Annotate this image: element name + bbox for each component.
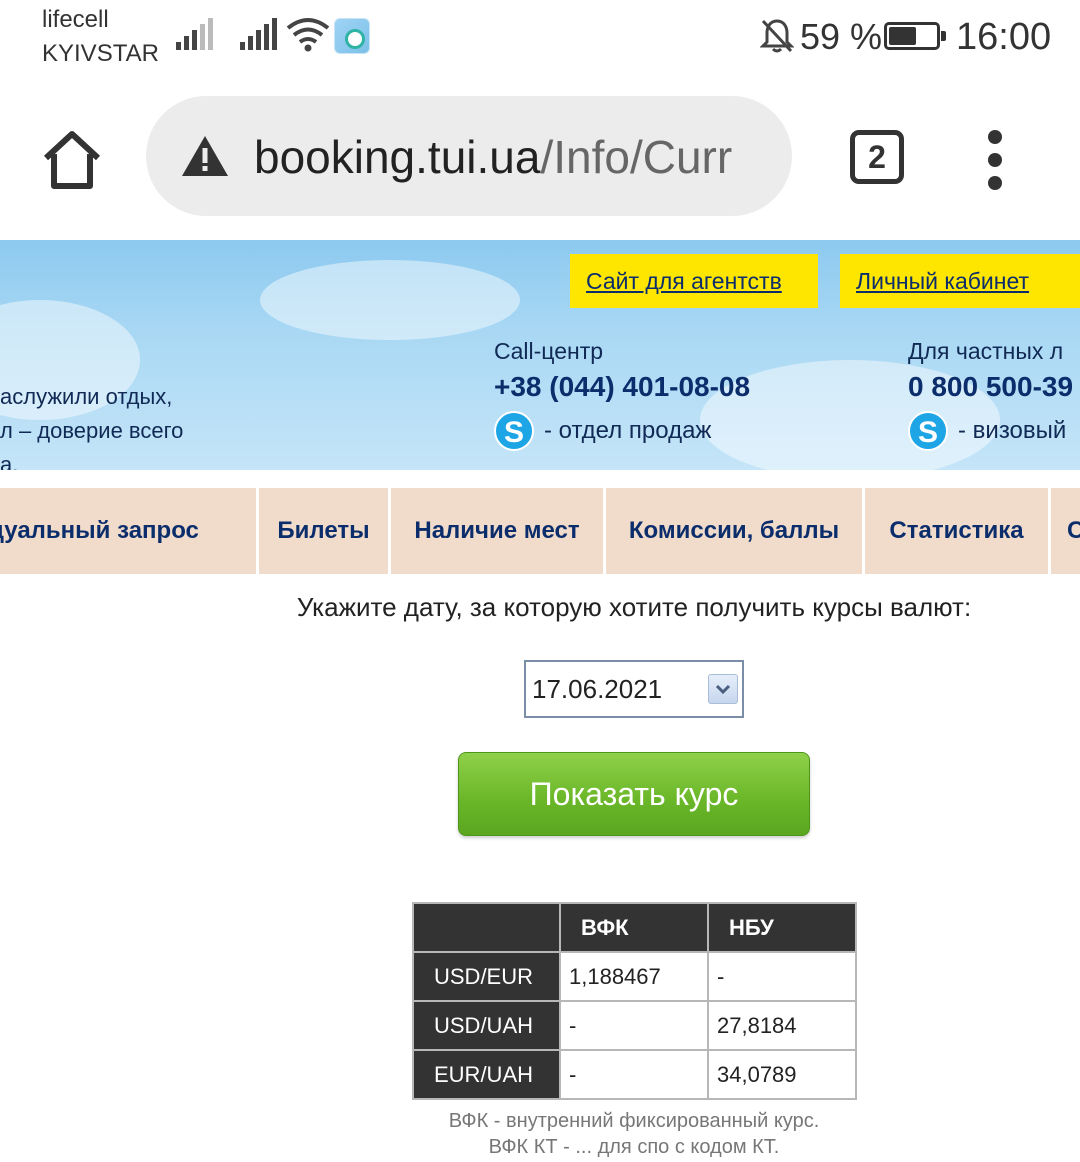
- nav-statistics[interactable]: Статистика: [865, 488, 1051, 574]
- date-select[interactable]: 17.06.2021: [524, 660, 744, 718]
- url-domain: booking.tui.ua: [254, 131, 541, 183]
- slogan: аслужили отдых, л – доверие всего а.: [0, 380, 183, 470]
- nbu-rate: 34,0789: [707, 1049, 857, 1100]
- skype-visa[interactable]: S - визовый: [908, 411, 1073, 451]
- nav-individual-request[interactable]: идуальный запрос: [0, 488, 259, 574]
- table-header-row: ВФК НБУ: [412, 902, 857, 953]
- home-icon[interactable]: [40, 128, 104, 192]
- slogan-line: а.: [0, 452, 19, 470]
- nav-more[interactable]: С: [1051, 488, 1080, 574]
- show-rate-button[interactable]: Показать курс: [458, 752, 810, 836]
- rates-notes: ВФК - внутренний фиксированный курс. ВФК…: [0, 1108, 1080, 1160]
- url-path: /Info/Curr: [540, 131, 733, 183]
- app-notification-icon: [334, 18, 370, 54]
- battery-level: [889, 27, 916, 45]
- table-row: USD/UAH - 27,8184: [412, 1000, 857, 1051]
- skype-visa-label: - визовый: [958, 417, 1067, 444]
- more-menu-icon[interactable]: [984, 128, 1008, 192]
- slogan-line: л – доверие всего: [0, 418, 184, 443]
- table-row: USD/EUR 1,188467 -: [412, 951, 857, 1002]
- personal-cabinet-link[interactable]: Личный кабинет: [840, 254, 1080, 308]
- currency-pair: USD/UAH: [412, 1000, 561, 1051]
- vfk-rate: -: [559, 1000, 709, 1051]
- status-bar: lifecell KYIVSTAR 59 % 16:00: [0, 0, 1080, 80]
- table-header-nbu: НБУ: [707, 902, 857, 953]
- nav-commissions[interactable]: Комиссии, баллы: [606, 488, 865, 574]
- address-bar[interactable]: booking.tui.ua/Info/Curr: [146, 96, 792, 216]
- nav-tickets[interactable]: Билеты: [259, 488, 391, 574]
- call-center-label: Call-центр: [494, 338, 604, 364]
- warning-icon[interactable]: [180, 134, 230, 178]
- clock: 16:00: [956, 16, 1052, 58]
- site-header: Сайт для агентств Личный кабинет аслужил…: [0, 240, 1080, 470]
- table-header-vfk: ВФК: [559, 902, 709, 953]
- currency-pair: EUR/UAH: [412, 1049, 561, 1100]
- private-clients-contact: Для частных л 0 800 500-39 S - визовый: [908, 338, 1073, 451]
- skype-icon[interactable]: S: [494, 411, 534, 451]
- rates-table: ВФК НБУ USD/EUR 1,188467 - USD/UAH - 27,…: [412, 902, 857, 1100]
- date-prompt: Укажите дату, за которую хотите получить…: [296, 592, 972, 622]
- slogan-line: аслужили отдых,: [0, 384, 173, 409]
- carrier-name: KYIVSTAR: [42, 40, 159, 67]
- private-clients-phone[interactable]: 0 800 500-39: [908, 371, 1073, 403]
- signal-icon: [240, 18, 277, 50]
- url-text[interactable]: booking.tui.ua/Info/Curr: [254, 130, 732, 184]
- main-nav: идуальный запрос Билеты Наличие мест Ком…: [0, 488, 1080, 574]
- note-line: ВФК КТ - ... для спо с кодом КТ.: [488, 1136, 780, 1158]
- date-value: 17.06.2021: [532, 674, 663, 704]
- call-center-contact: Call-центр +38 (044) 401-08-08 S - отдел…: [494, 338, 750, 451]
- wifi-icon: [286, 18, 330, 52]
- vfk-rate: 1,188467: [559, 951, 709, 1002]
- note-line: ВФК - внутренний фиксированный курс.: [448, 1110, 820, 1132]
- call-center-phone[interactable]: +38 (044) 401-08-08: [494, 371, 750, 403]
- skype-sales-label: - отдел продаж: [544, 417, 712, 444]
- cloud-decoration: [260, 260, 520, 340]
- vfk-rate: -: [559, 1049, 709, 1100]
- private-clients-label: Для частных л: [908, 338, 1064, 364]
- agents-site-link[interactable]: Сайт для агентств: [570, 254, 818, 308]
- browser-toolbar: booking.tui.ua/Info/Curr 2: [0, 80, 1080, 240]
- carrier-name: lifecell: [42, 6, 109, 33]
- skype-sales[interactable]: S - отдел продаж: [494, 411, 750, 451]
- battery-percent: 59 %: [800, 16, 883, 57]
- nav-availability[interactable]: Наличие мест: [391, 488, 606, 574]
- table-header-corner: [412, 902, 561, 953]
- tab-switcher-button[interactable]: 2: [850, 130, 904, 184]
- chevron-down-icon: [715, 684, 731, 695]
- skype-icon[interactable]: S: [908, 411, 948, 451]
- battery-icon: [884, 22, 946, 50]
- table-row: EUR/UAH - 34,0789: [412, 1049, 857, 1100]
- nbu-rate: 27,8184: [707, 1000, 857, 1051]
- nbu-rate: -: [707, 951, 857, 1002]
- bell-off-icon: [760, 19, 794, 53]
- dropdown-button[interactable]: [708, 674, 738, 704]
- currency-pair: USD/EUR: [412, 951, 561, 1002]
- signal-icon: [176, 18, 213, 50]
